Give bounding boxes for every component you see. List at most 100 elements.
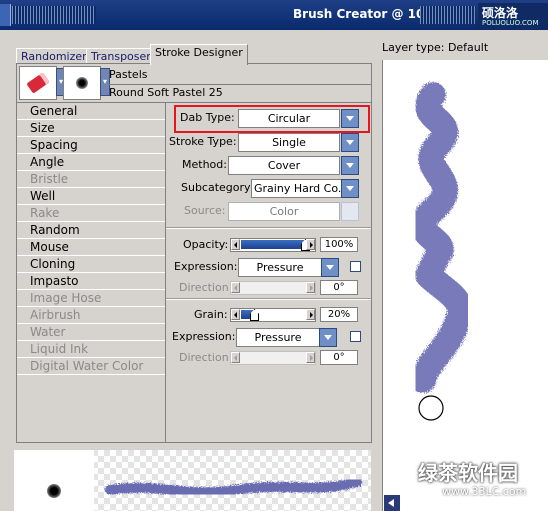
source-label: Source: [184, 204, 226, 217]
category-airbrush[interactable]: Airbrush [17, 307, 165, 324]
dab-type-dropdown-icon[interactable] [341, 109, 359, 128]
grain-label: Grain: [194, 308, 228, 321]
title-grip-icon[interactable] [0, 4, 11, 26]
opacity-direction-row: Direction: 0° [166, 278, 371, 298]
stroke-category-list: General Size Spacing Angle Bristle Well … [17, 103, 166, 442]
layer-type-label: Layer type: Default [382, 41, 489, 54]
opacity-direction-decrease-icon[interactable] [231, 282, 240, 293]
title-bar[interactable]: Brush Creator @ 100% 硕洛洛 POLUOLUO.COM [0, 0, 548, 30]
category-general[interactable]: General [17, 103, 165, 120]
category-size[interactable]: Size [17, 120, 165, 137]
opacity-direction-value[interactable]: 0° [320, 280, 358, 295]
grain-expression-invert-checkbox[interactable] [350, 331, 361, 342]
opacity-direction-slider[interactable] [230, 281, 316, 295]
bottom-stroke-svg [105, 477, 362, 498]
category-well[interactable]: Well [17, 188, 165, 205]
brush-category-selector[interactable] [19, 66, 57, 100]
method-label: Method: [182, 158, 227, 171]
dab-preview-box [14, 450, 94, 511]
grain-direction-increase-icon[interactable] [306, 352, 315, 363]
category-impasto[interactable]: Impasto [17, 273, 165, 290]
stroke-preview-canvas[interactable] [382, 60, 548, 511]
brush-variant-name: Round Soft Pastel 25 [109, 86, 223, 99]
category-digital-water-color[interactable]: Digital Water Color [17, 358, 165, 375]
grain-direction-slider[interactable] [230, 351, 316, 365]
watermark-logo-top: 硕洛洛 POLUOLUO.COM [478, 3, 548, 29]
dab-type-label: Dab Type: [180, 111, 235, 124]
subcategory-label: Subcategory: [181, 181, 254, 194]
grain-decrease-icon[interactable] [231, 309, 240, 320]
dab-preview-icon [76, 77, 88, 89]
grain-slider[interactable] [230, 308, 316, 322]
opacity-label: Opacity: [183, 238, 229, 251]
method-select[interactable]: Cover [228, 156, 340, 175]
opacity-increase-icon[interactable] [306, 239, 315, 250]
brush-variant-selector[interactable] [63, 66, 101, 100]
source-dropdown-icon[interactable] [341, 202, 359, 221]
grain-row: Grain: 20% [166, 305, 371, 325]
brush-creator-window: Brush Creator @ 100% 硕洛洛 POLUOLUO.COM Ra… [0, 0, 548, 511]
category-spacing[interactable]: Spacing [17, 137, 165, 154]
section-divider-2 [166, 298, 371, 300]
opacity-slider[interactable] [230, 238, 316, 252]
title-bar-decoration [12, 6, 96, 24]
opacity-slider-fill [241, 240, 305, 249]
opacity-value[interactable]: 100% [320, 237, 358, 252]
grain-expression-select[interactable]: Pressure [236, 328, 320, 347]
brush-selector-bar: ▾ ▾ Pastels Round Soft Pastel 25 [17, 64, 371, 103]
opacity-expression-dropdown-icon[interactable] [321, 258, 339, 277]
opacity-row: Opacity: 100% [166, 235, 371, 255]
brush-name-divider [107, 84, 371, 85]
category-rake[interactable]: Rake [17, 205, 165, 222]
source-select[interactable]: Color [228, 202, 340, 221]
bottom-preview-stroke [105, 477, 362, 498]
brush-size-cursor-icon [418, 395, 444, 421]
subcategory-dropdown-icon[interactable] [341, 179, 359, 198]
grain-direction-value[interactable]: 0° [320, 350, 358, 365]
category-angle[interactable]: Angle [17, 154, 165, 171]
grain-value[interactable]: 20% [320, 307, 358, 322]
grain-expression-row: Expression: Pressure [166, 327, 371, 347]
category-bristle[interactable]: Bristle [17, 171, 165, 188]
subcategory-row: Subcategory: Grainy Hard Co... [166, 178, 371, 198]
stroke-type-dropdown-icon[interactable] [341, 133, 359, 152]
dab-type-row: Dab Type: Circular [166, 108, 371, 128]
stroke-preview-svg [410, 82, 474, 421]
pastel-icon [26, 72, 50, 94]
grain-expression-dropdown-icon[interactable] [319, 328, 337, 347]
dab-preview-dot-icon [47, 484, 61, 498]
category-image-hose[interactable]: Image Hose [17, 290, 165, 307]
subcategory-select[interactable]: Grainy Hard Co... [251, 179, 343, 198]
category-random[interactable]: Random [17, 222, 165, 239]
source-row: Source: Color [166, 201, 371, 221]
opacity-expression-select[interactable]: Pressure [238, 258, 322, 277]
grain-expression-label: Expression: [172, 330, 236, 343]
grain-direction-label: Direction: [179, 351, 233, 364]
tab-stroke-designer[interactable]: Stroke Designer [150, 44, 248, 65]
grain-direction-row: Direction: 0° [166, 348, 371, 368]
grain-direction-decrease-icon[interactable] [231, 352, 240, 363]
stroke-type-select[interactable]: Single [238, 133, 340, 152]
opacity-expression-row: Expression: Pressure [166, 257, 371, 277]
opacity-expression-invert-checkbox[interactable] [350, 261, 361, 272]
category-liquid-ink[interactable]: Liquid Ink [17, 341, 165, 358]
stroke-type-row: Stroke Type: Single [166, 132, 371, 152]
watermark-logo-bottom: 绿茶软件园 www.33LC.com [418, 461, 527, 498]
brush-category-name: Pastels [109, 68, 148, 81]
stroke-type-label: Stroke Type: [169, 135, 237, 148]
title-bar-decoration-right [420, 6, 476, 24]
category-mouse[interactable]: Mouse [17, 239, 165, 256]
method-row: Method: Cover [166, 155, 371, 175]
opacity-decrease-icon[interactable] [231, 239, 240, 250]
category-cloning[interactable]: Cloning [17, 256, 165, 273]
section-divider-1 [166, 227, 371, 229]
dab-type-select[interactable]: Circular [238, 109, 340, 128]
opacity-expression-label: Expression: [174, 260, 238, 273]
preview-brush-stroke [410, 82, 474, 393]
opacity-direction-label: Direction: [179, 281, 233, 294]
category-water[interactable]: Water [17, 324, 165, 341]
method-dropdown-icon[interactable] [341, 156, 359, 175]
grain-increase-icon[interactable] [306, 309, 315, 320]
scroll-left-arrow-icon[interactable] [384, 495, 400, 511]
opacity-direction-increase-icon[interactable] [306, 282, 315, 293]
